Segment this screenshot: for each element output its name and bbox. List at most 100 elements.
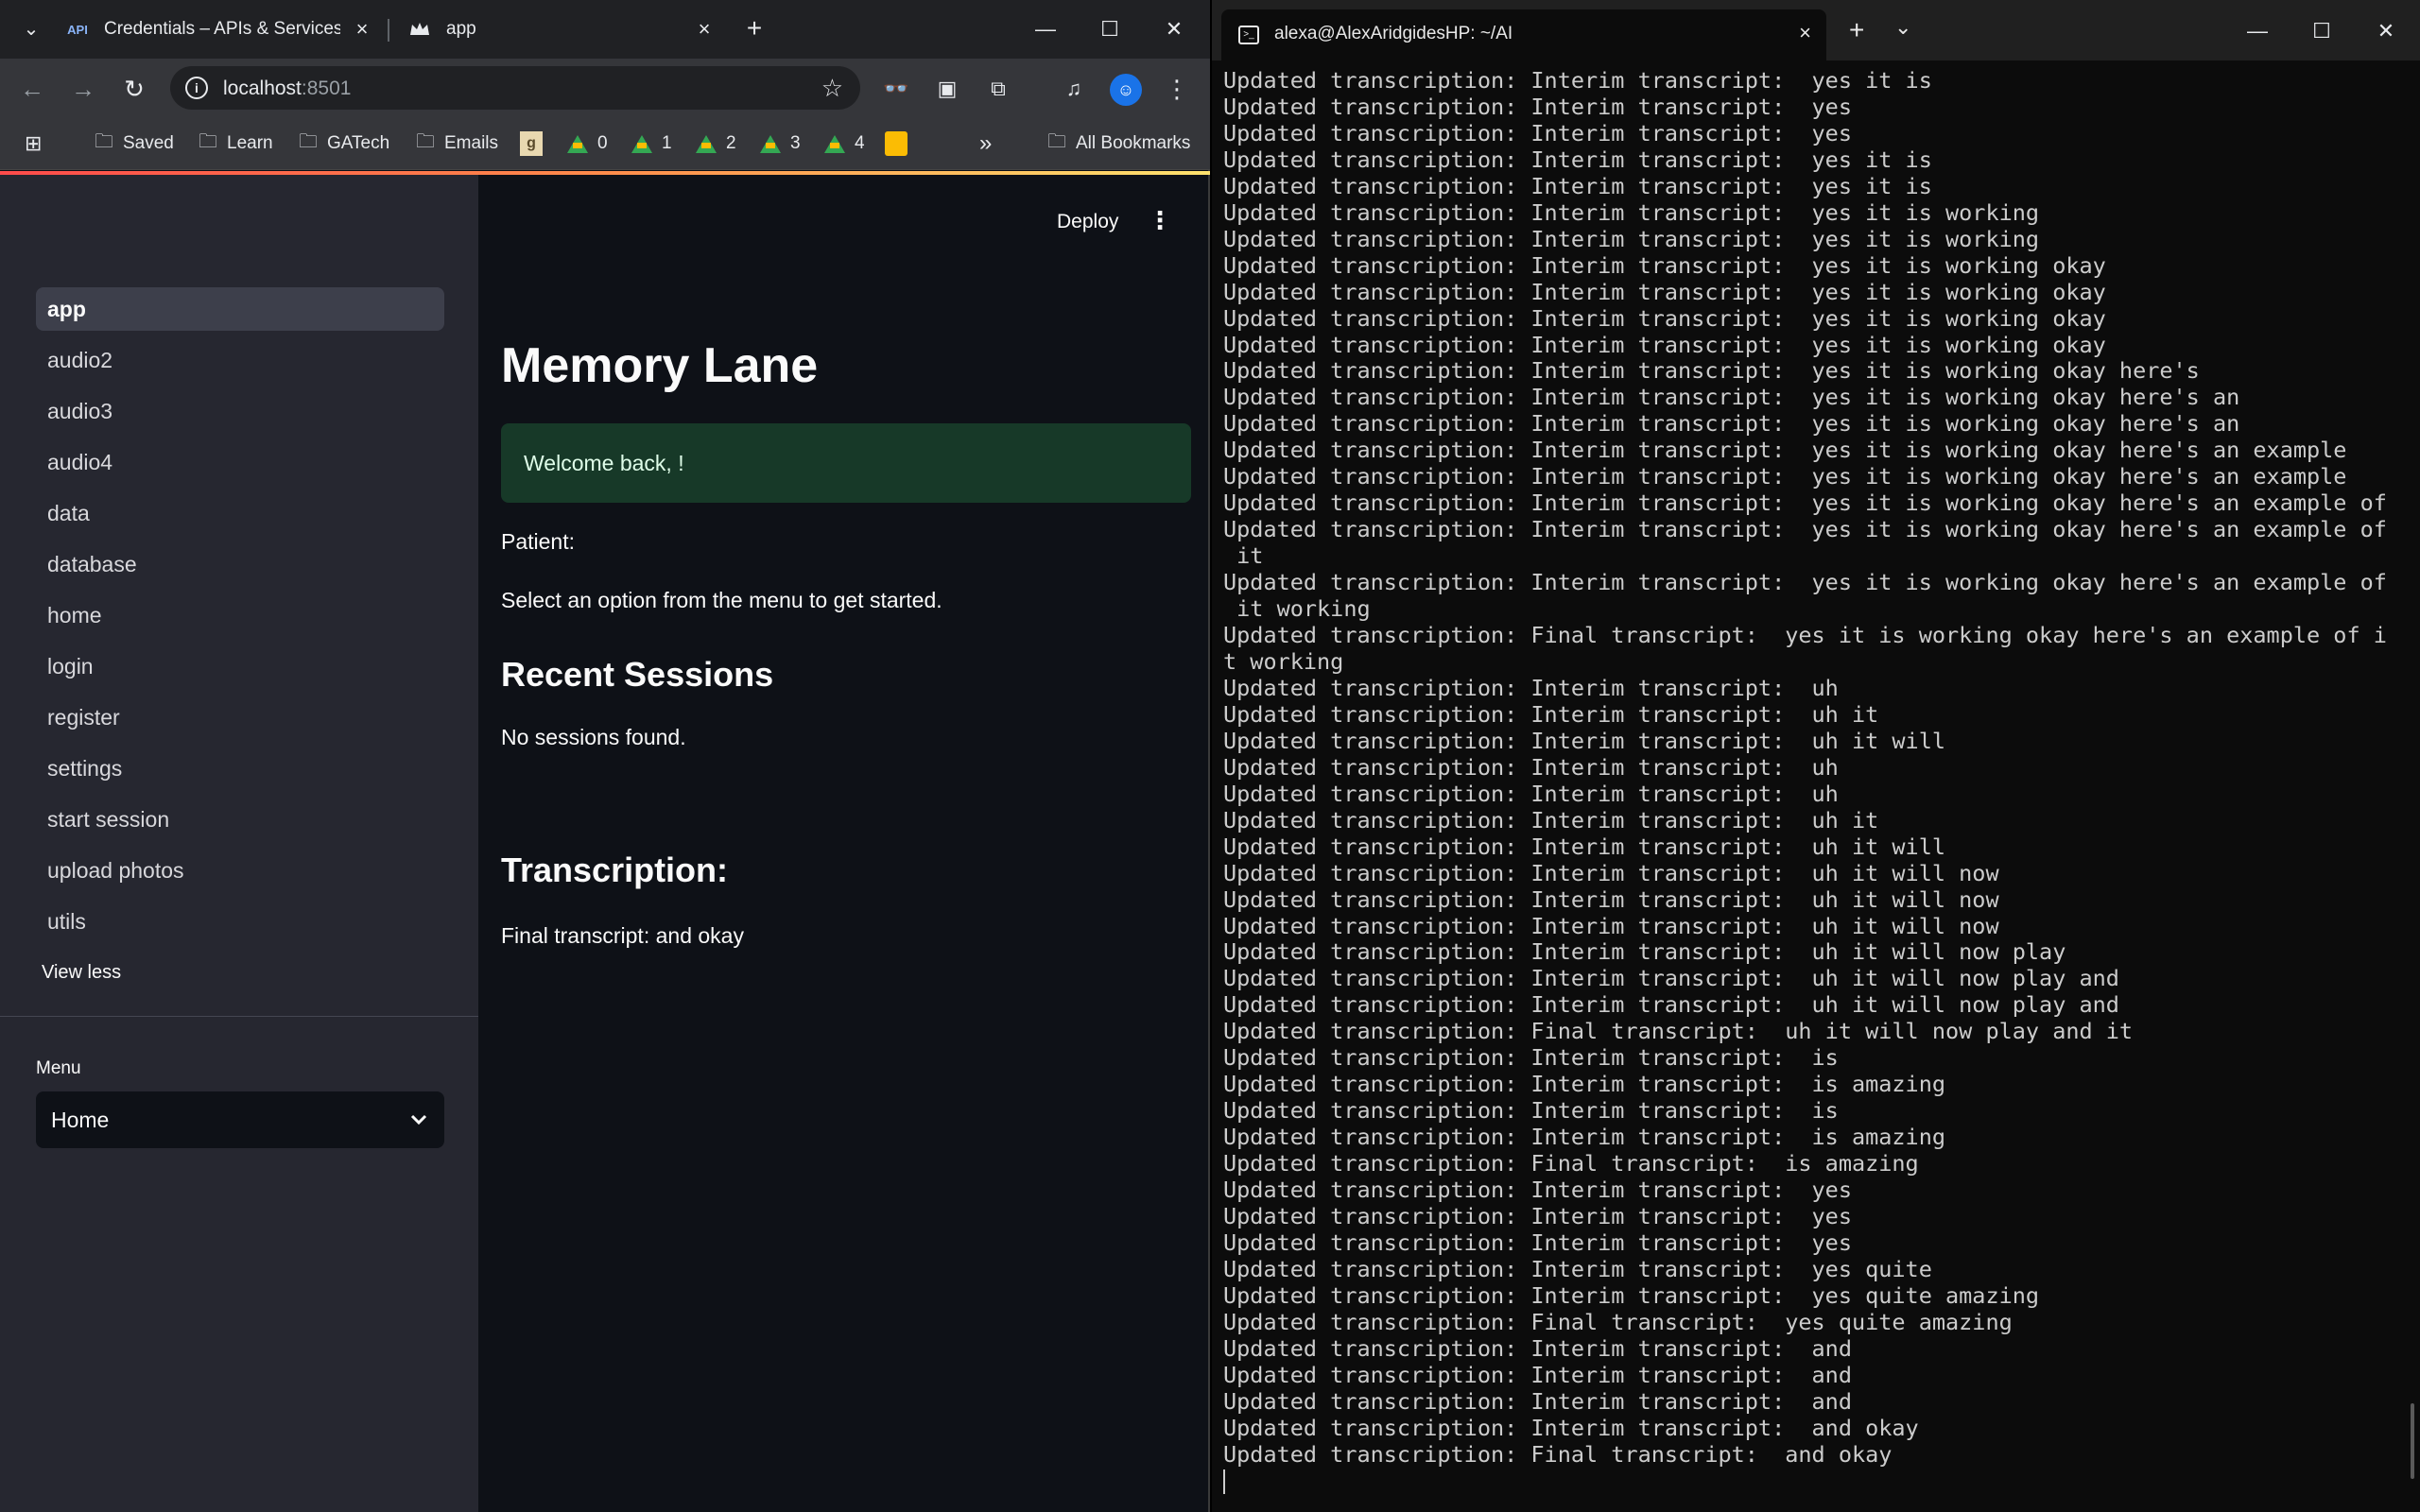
drive-icon [696,134,717,153]
recent-sessions-heading: Recent Sessions [501,655,774,694]
sidebar-item-register[interactable]: register [36,696,444,739]
extension-icon[interactable]: ▣ [930,72,964,106]
bookmark-folder-gatech[interactable]: 🗀 GATech [299,129,389,159]
folder-icon: 🗀 [95,131,113,152]
close-tab-icon[interactable]: × [690,15,718,43]
terminal-icon: >_ [1238,26,1259,44]
minimize-icon[interactable]: — [2238,15,2276,47]
sidebar-item-home[interactable]: home [36,593,444,637]
sidebar-item-audio4[interactable]: audio4 [36,440,444,484]
bookmark-drive-0[interactable]: 0 [567,129,608,159]
sidebar-item-audio2[interactable]: audio2 [36,338,444,382]
apps-grid-icon[interactable]: ⊞ [25,129,51,159]
new-terminal-tab-icon[interactable]: + [1849,15,1864,45]
terminal-line: Updated transcription: Interim transcrip… [1223,1414,1919,1441]
terminal-line: Updated transcription: Interim transcrip… [1223,1071,1946,1098]
bookmark-drive-4[interactable]: 4 [824,129,865,159]
bookmark-star-icon[interactable]: ☆ [821,74,843,103]
back-icon[interactable]: ← [15,72,49,106]
sidebar-item-start-session[interactable]: start session [36,798,444,841]
terminal-tab-bar: >_ alexa@AlexAridgidesHP: ~/AI × + ⌄ — ☐… [1212,0,2420,60]
minimize-icon[interactable]: — [1027,13,1064,45]
no-sessions-text: No sessions found. [501,725,686,749]
terminal-line: Updated transcription: Interim transcrip… [1223,1177,1852,1204]
sidebar-item-login[interactable]: login [36,644,444,688]
terminal-line: Updated transcription: Interim transcrip… [1223,278,2106,305]
tab-separator [388,19,389,42]
terminal-line: Updated transcription: Interim transcrip… [1223,410,2240,438]
terminal-scrollbar[interactable] [2411,1403,2414,1479]
bookmark-goodreads[interactable]: g [520,129,543,159]
terminal-line: Updated transcription: Interim transcrip… [1223,357,2200,385]
url-host: localhost [223,77,302,99]
tab-app[interactable]: app × [406,8,718,51]
bookmark-label: GATech [327,133,390,153]
bookmark-keep[interactable] [885,129,908,159]
sidebar-item-settings[interactable]: settings [36,747,444,790]
deploy-button[interactable]: Deploy [1057,211,1118,233]
bookmark-folder-emails[interactable]: 🗀 Emails [416,129,498,159]
bookmark-label: 3 [790,133,801,153]
site-info-icon[interactable]: i [185,77,208,99]
all-bookmarks-folder[interactable]: 🗀 All Bookmarks [1047,129,1190,159]
tab-credentials[interactable]: API Credentials – APIs & Services – × [64,8,376,51]
reload-icon[interactable]: ↻ [117,72,151,106]
terminal-line: Updated transcription: Interim transcrip… [1223,859,1999,886]
terminal-tab[interactable]: >_ alexa@AlexAridgidesHP: ~/AI × [1221,9,1826,60]
terminal-line: Updated transcription: Interim transcrip… [1223,490,2387,517]
tab-search-icon[interactable]: ⌄ [17,15,45,43]
incognito-extension-icon[interactable]: 👓 [879,72,913,106]
profile-avatar[interactable]: ☺ [1110,74,1142,106]
terminal-line: Updated transcription: Interim transcrip… [1223,727,1946,754]
terminal-line: Updated transcription: Interim transcrip… [1223,700,1879,728]
more-bookmarks-icon[interactable]: » [979,129,992,159]
maximize-icon[interactable]: ☐ [1091,13,1129,45]
api-favicon-icon: API [67,22,88,37]
close-window-icon[interactable]: ✕ [2367,15,2405,47]
url-text[interactable]: localhost:8501 [223,77,351,100]
app-sidebar: app audio2 audio3 audio4 data database home log… [0,175,478,1512]
bookmark-label: Learn [227,133,273,153]
terminal-output[interactable]: Updated transcription: Interim transcrip… [1223,67,2405,1495]
terminal-line: Updated transcription: Final transcript:… [1223,1018,2134,1045]
transcription-heading: Transcription: [501,850,729,889]
puzzle-extensions-icon[interactable]: ⧉ [981,72,1015,106]
sidebar-item-utils[interactable]: utils [36,900,444,943]
app-menu-icon[interactable]: ⋮ [1146,203,1174,237]
terminal-line: Updated transcription: Interim transcrip… [1223,674,1839,701]
view-less-link[interactable]: View less [42,962,121,984]
bookmarks-bar: ⊞ 🗀 Saved 🗀 Learn 🗀 GATech 🗀 Emails g 0 1 2 … [0,117,1210,170]
browser-menu-icon[interactable]: ⋮ [1163,72,1191,106]
terminal-line: Updated transcription: Interim transcrip… [1223,806,1879,833]
terminal-line: Updated transcription: Interim transcrip… [1223,304,2106,332]
terminal-line: Updated transcription: Interim transcrip… [1223,463,2347,490]
bookmark-drive-1[interactable]: 1 [631,129,672,159]
bookmark-folder-saved[interactable]: 🗀 Saved [95,129,174,159]
sidebar-item-audio3[interactable]: audio3 [36,389,444,433]
patient-label: Patient: [501,529,575,554]
sidebar-item-data[interactable]: data [36,491,444,535]
address-bar[interactable]: i localhost:8501 ☆ [170,66,860,110]
terminal-line: Updated transcription: Interim transcrip… [1223,119,1852,146]
drive-icon [631,134,652,153]
menu-prompt-text: Select an option from the menu to get st… [501,588,942,612]
chevron-down-icon[interactable]: ⌄ [1894,15,1911,40]
bookmark-folder-learn[interactable]: 🗀 Learn [199,129,273,159]
drive-icon [567,134,588,153]
sidebar-item-app[interactable]: app [36,287,444,331]
terminal-line: Updated transcription: Interim transcrip… [1223,1387,1852,1415]
sidebar-item-database[interactable]: database [36,542,444,586]
media-control-icon[interactable]: ♫ [1057,72,1091,106]
sidebar-item-upload-photos[interactable]: upload photos [36,849,444,892]
maximize-icon[interactable]: ☐ [2303,15,2341,47]
close-tab-icon[interactable]: × [348,15,376,43]
bookmark-label: Emails [444,133,499,153]
close-window-icon[interactable]: ✕ [1155,13,1193,45]
new-tab-icon[interactable]: + [739,13,769,43]
close-tab-icon[interactable]: × [1799,21,1811,45]
forward-icon[interactable]: → [66,72,100,106]
terminal-line: Updated transcription: Interim transcrip… [1223,251,2106,279]
bookmark-drive-2[interactable]: 2 [696,129,736,159]
menu-select[interactable]: Home [36,1091,444,1148]
bookmark-drive-3[interactable]: 3 [760,129,801,159]
